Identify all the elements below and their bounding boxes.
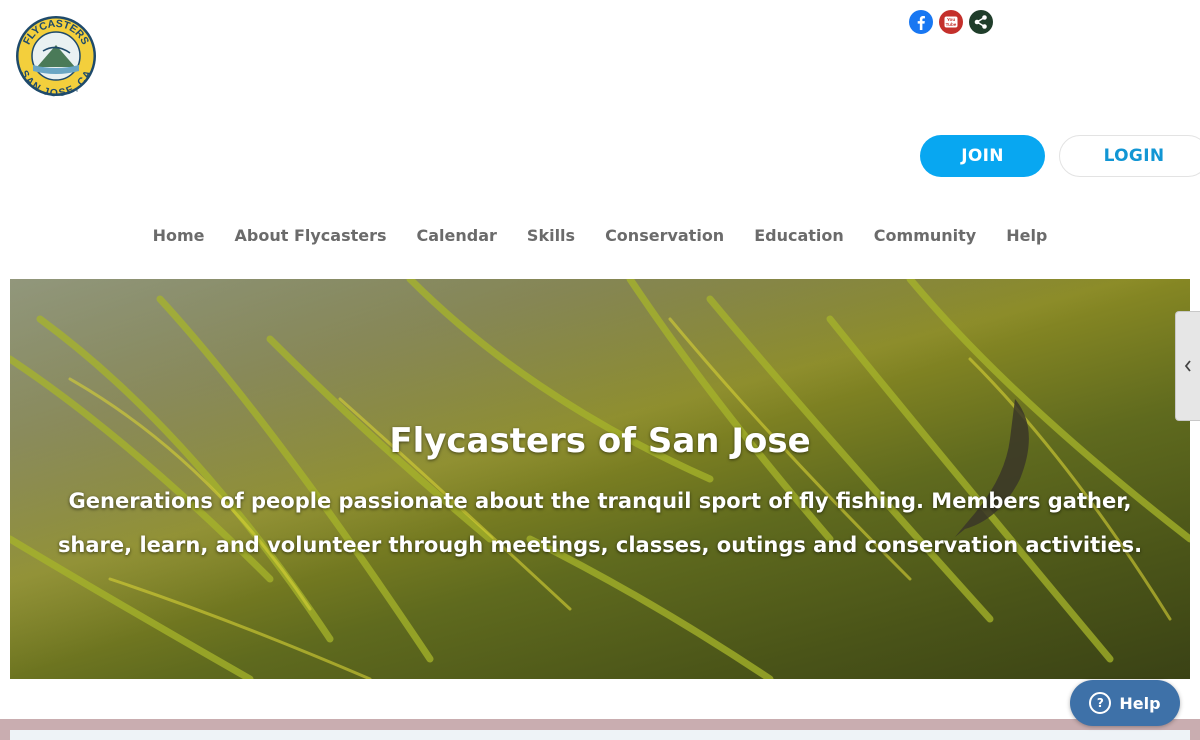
nav-item-home[interactable]: Home (153, 226, 205, 245)
nav-item-help[interactable]: Help (1006, 226, 1047, 245)
nav-item-skills[interactable]: Skills (527, 226, 575, 245)
social-links: You Tube (909, 10, 993, 34)
content-area-top (10, 730, 1190, 740)
chevron-left-icon (1184, 360, 1191, 372)
svg-text:Tube: Tube (946, 22, 957, 27)
hero-subtitle-line-1: Generations of people passionate about t… (68, 489, 1132, 513)
hero-banner: Flycasters of San Jose Generations of pe… (10, 279, 1190, 679)
share-icon[interactable] (969, 10, 993, 34)
nav-item-education[interactable]: Education (754, 226, 844, 245)
flycasters-logo[interactable]: FLYCASTERS SAN JOSE, CA (15, 15, 97, 99)
join-button[interactable]: JOIN (920, 135, 1045, 177)
hero-subtitle: Generations of people passionate about t… (20, 479, 1180, 567)
help-widget-button[interactable]: ? Help (1070, 680, 1180, 726)
facebook-icon[interactable] (909, 10, 933, 34)
help-widget-label: Help (1119, 693, 1161, 713)
login-button[interactable]: LOGIN (1059, 135, 1200, 177)
nav-item-community[interactable]: Community (874, 226, 976, 245)
nav-item-conservation[interactable]: Conservation (605, 226, 724, 245)
main-nav: Home About Flycasters Calendar Skills Co… (0, 226, 1200, 245)
nav-item-calendar[interactable]: Calendar (417, 226, 497, 245)
side-panel-toggle[interactable] (1175, 311, 1200, 421)
nav-item-about-flycasters[interactable]: About Flycasters (235, 226, 387, 245)
hero-title: Flycasters of San Jose (389, 421, 811, 461)
youtube-icon[interactable]: You Tube (939, 10, 963, 34)
question-circle-icon: ? (1089, 692, 1112, 714)
hero-subtitle-line-2: share, learn, and volunteer through meet… (57, 533, 1143, 557)
